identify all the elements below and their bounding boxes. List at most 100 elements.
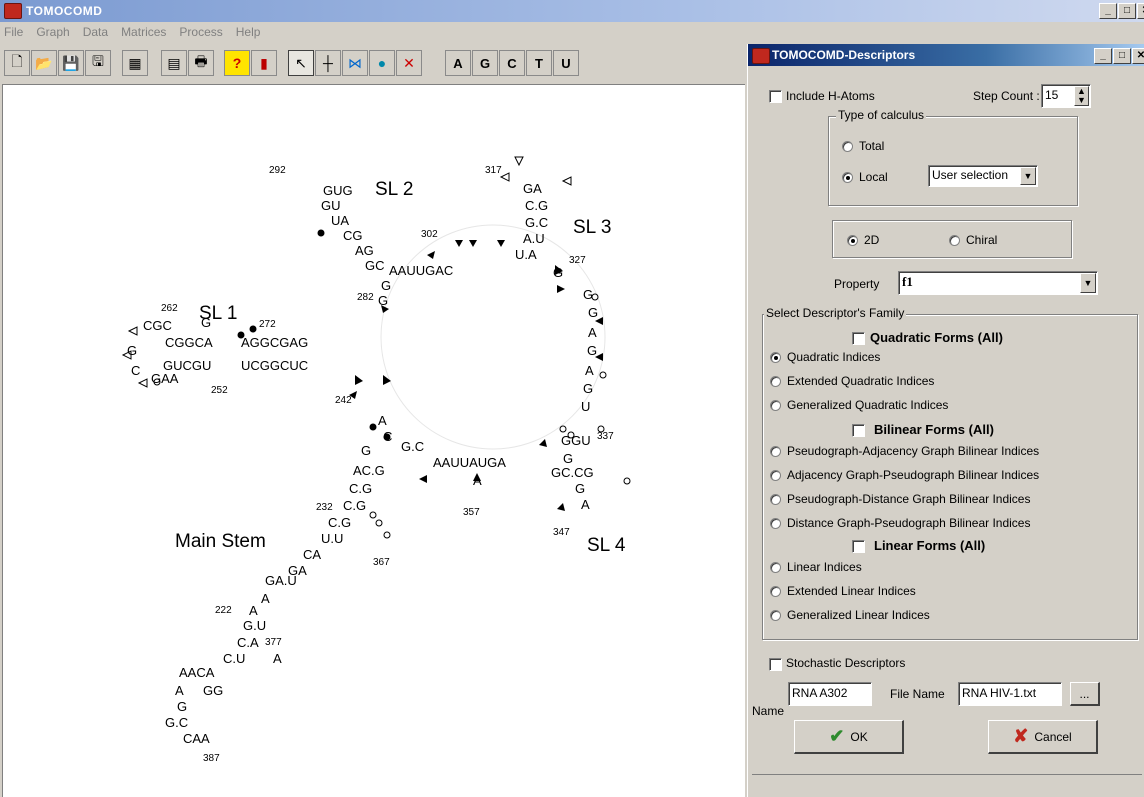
nucleotide-u-button[interactable]: U [553,50,579,76]
include-h-atoms-checkbox[interactable] [769,90,782,103]
name-input[interactable]: RNA A302 [788,682,872,706]
stochastic-label: Stochastic Descriptors [786,656,906,670]
svg-text:222: 222 [215,605,232,616]
menu-graph[interactable]: Graph [36,25,69,39]
nucleotide-t-button[interactable]: T [526,50,552,76]
crosshair-icon[interactable]: ┼ [315,50,341,76]
svg-text:G.U: G.U [243,618,266,633]
menu-bar: File Graph Data Matrices Process Help [0,22,749,42]
nucleotide-c-button[interactable]: C [499,50,525,76]
menu-file[interactable]: File [4,25,23,39]
menu-matrices[interactable]: Matrices [121,25,166,39]
nucleotide-g-button[interactable]: G [472,50,498,76]
name-label: Name [752,704,785,718]
include-h-atoms-label: Include H-Atoms [786,89,875,103]
svg-text:C.G: C.G [349,481,372,496]
svg-text:A: A [581,497,590,512]
close-button[interactable]: ✕ [1137,3,1144,19]
browse-label: ... [1079,686,1090,701]
calculator-icon[interactable]: ▤ [161,50,187,76]
pseudo-adj-bilinear-radio[interactable] [770,446,781,457]
linear-indices-radio[interactable] [770,562,781,573]
dialog-maximize-button[interactable]: □ [1113,48,1131,64]
bond-draw-icon[interactable]: ⋈ [342,50,368,76]
chevron-down-icon[interactable]: ▼ [1020,167,1036,185]
dialog-title: TOMOCOMD-Descriptors [772,48,916,62]
linear-all-checkbox[interactable] [852,540,865,553]
save-disk-icon[interactable]: 💾 [58,50,84,76]
quadratic-all-checkbox[interactable] [852,332,865,345]
dialog-close-button[interactable]: ✕ [1132,48,1144,64]
help-icon[interactable]: ? [224,50,250,76]
dialog-minimize-button[interactable]: _ [1094,48,1112,64]
svg-text:GA.U: GA.U [265,573,297,588]
dialog-title-bar[interactable]: TOMOCOMD-Descriptors _ □ ✕ [748,44,1144,66]
quadratic-indices-radio[interactable] [770,352,781,363]
generalized-linear-radio[interactable] [770,610,781,621]
step-count-spinner[interactable]: ▲ ▼ [1074,86,1089,106]
new-file-icon[interactable]: 🗋 [4,50,30,76]
browse-button[interactable]: ... [1070,682,1100,706]
extended-quadratic-radio[interactable] [770,376,781,387]
local-radio[interactable] [842,172,853,183]
label-sl4: SL 4 [587,535,626,556]
file-name-value: RNA HIV-1.txt [962,686,1037,700]
minimize-button[interactable]: _ [1099,3,1117,19]
adj-pseudo-bilinear-radio[interactable] [770,470,781,481]
svg-text:CAA: CAA [183,731,210,746]
svg-text:G: G [583,287,593,302]
print-icon[interactable]: 🖶 [188,50,214,76]
svg-text:282: 282 [357,292,374,303]
extended-linear-label: Extended Linear Indices [787,584,916,598]
svg-text:A: A [175,683,184,698]
label-main-stem: Main Stem [175,531,266,552]
generalized-quadratic-radio[interactable] [770,400,781,411]
local-selection-value: User selection [932,168,1009,182]
atom-draw-icon[interactable]: ● [369,50,395,76]
exit-door-icon[interactable]: ▮ [251,50,277,76]
pointer-arrow-icon[interactable]: ↖ [288,50,314,76]
svg-text:337: 337 [597,431,614,442]
structure-canvas[interactable]: CGC CGGCA GUCGU G C GAA AGGCGAG UCGGCUC G GUG… [2,84,745,797]
2d-radio[interactable] [847,235,858,246]
property-dropdown[interactable]: f1 [898,271,1098,295]
save-as-icon[interactable]: 🖫 [85,50,111,76]
maximize-button[interactable]: □ [1118,3,1136,19]
nucleotide-a-button[interactable]: A [445,50,471,76]
open-folder-icon[interactable]: 📂 [31,50,57,76]
cancel-button[interactable]: ✘ Cancel [988,720,1098,754]
chiral-label: Chiral [966,233,998,247]
menu-process[interactable]: Process [179,25,222,39]
extended-linear-radio[interactable] [770,586,781,597]
dist-pseudo-bilinear-radio[interactable] [770,518,781,529]
svg-text:G: G [127,343,137,358]
menu-help[interactable]: Help [236,25,261,39]
svg-text:GA: GA [523,181,542,196]
delete-icon[interactable]: ✕ [396,50,422,76]
ok-button[interactable]: ✔ OK [794,720,904,754]
property-chevron-icon[interactable]: ▼ [1080,273,1096,293]
bilinear-all-label: Bilinear Forms (All) [874,422,994,437]
svg-text:G: G [587,343,597,358]
calculator-grid-icon[interactable]: ▦ [122,50,148,76]
type-of-calculus-group [828,116,1078,206]
main-title-bar[interactable]: TOMOCOMD _ □ ✕ [0,0,1144,22]
svg-text:AC.G: AC.G [353,463,385,478]
svg-text:G: G [381,278,391,293]
pseudo-dist-bilinear-radio[interactable] [770,494,781,505]
stochastic-checkbox[interactable] [769,658,782,671]
cancel-label: Cancel [1034,729,1072,744]
file-name-input[interactable]: RNA HIV-1.txt [958,682,1062,706]
svg-text:A: A [378,413,387,428]
svg-text:242: 242 [335,395,352,406]
label-sl2: SL 2 [375,179,413,200]
svg-text:A: A [261,591,270,606]
menu-data[interactable]: Data [83,25,108,39]
svg-text:GC: GC [365,258,385,273]
bilinear-all-checkbox[interactable] [852,424,865,437]
svg-text:U.A: U.A [515,247,537,262]
toolbar: 🗋 📂 💾 🖫 ▦ ▤ 🖶 ? ▮ ↖ ┼ ⋈ ● ✕ A G C T U [0,42,745,84]
chiral-radio[interactable] [949,235,960,246]
total-radio[interactable] [842,141,853,152]
svg-text:CG: CG [343,228,363,243]
